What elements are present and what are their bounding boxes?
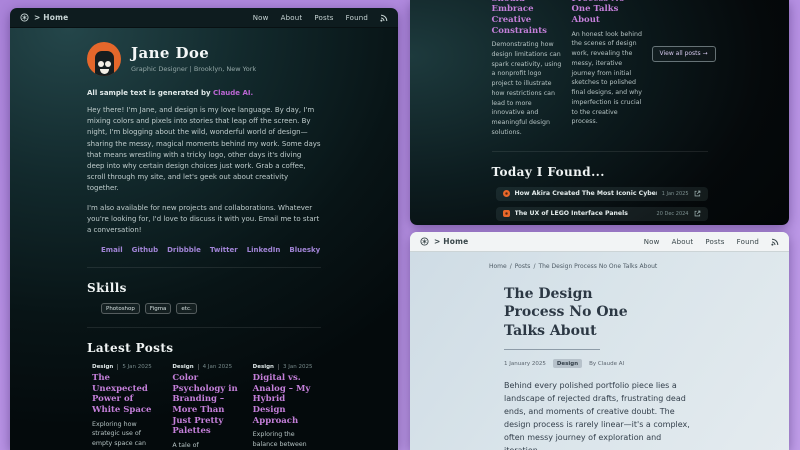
nav-item-now[interactable]: Now — [253, 14, 269, 22]
post-date: 4 Jan 2025 — [198, 364, 232, 370]
view-all-posts-button[interactable]: View all posts → — [652, 46, 716, 62]
nav-item-found[interactable]: Found — [346, 14, 368, 22]
external-link-icon — [694, 190, 701, 197]
divider — [87, 267, 321, 268]
link-favicon-icon — [503, 210, 510, 217]
article-date: 1 January 2025 — [504, 361, 546, 367]
today-found-heading: Today I Found... — [492, 165, 708, 179]
post-date: 5 Jan 2025 — [117, 364, 151, 370]
found-link-date: 1 Jan 2025 — [662, 191, 689, 197]
found-link-date: 20 Dec 2024 — [657, 211, 689, 217]
post-card[interactable]: Design3 Jan 2025 Digital vs. Analog – My… — [253, 364, 321, 450]
nav-item-about[interactable]: About — [672, 238, 694, 246]
nav-item-posts[interactable]: Posts — [314, 14, 333, 22]
post-card[interactable]: Design4 Jan 2025 Color Psychology in Bra… — [172, 364, 240, 450]
profile-name: Jane Doe — [131, 45, 256, 62]
nav-item-found[interactable]: Found — [737, 238, 759, 246]
avatar — [87, 42, 121, 76]
found-item[interactable]: How Akira Created The Most Iconic CyberP… — [496, 187, 708, 201]
social-links: Email Github Dribbble Twitter LinkedIn B… — [101, 246, 321, 254]
post-card[interactable]: Life2 Jan 2025 Why Designers Should Embr… — [492, 0, 564, 138]
post-card[interactable]: Design5 Jan 2025 The Unexpected Power of… — [92, 364, 160, 450]
title-divider — [504, 349, 600, 350]
article-page-window: > Home Now About Posts Found Home / Post… — [410, 232, 789, 450]
breadcrumb-current: The Design Process No One Talks About — [538, 263, 657, 270]
bio-paragraph-1: Hey there! I'm Jane, and design is my lo… — [87, 105, 321, 195]
site-navbar: > Home Now About Posts Found — [410, 232, 789, 252]
latest-posts-heading: Latest Posts — [87, 341, 321, 355]
divider — [87, 327, 321, 328]
bio-paragraph-2: I'm also available for new projects and … — [87, 203, 321, 237]
profile-tagline: Graphic Designer | Brooklyn, New York — [131, 65, 256, 73]
found-link-title[interactable]: How Akira Created The Most Iconic CyberP… — [515, 190, 657, 197]
social-link-linkedin[interactable]: LinkedIn — [247, 246, 281, 254]
home-page-body: Jane Doe Graphic Designer | Brooklyn, Ne… — [10, 28, 398, 450]
post-description: Demonstrating how design limitations can… — [492, 40, 564, 138]
home-page-window: > Home Now About Posts Found Jane Doe Gr… — [10, 8, 398, 450]
article-title: The Design Process No One Talks About — [504, 285, 630, 340]
post-category: Design — [172, 364, 197, 370]
breadcrumb-separator: / — [533, 263, 535, 270]
breadcrumb-home[interactable]: Home — [489, 263, 507, 270]
skills-tags: Photoshop Figma etc. — [101, 303, 321, 314]
breadcrumb-posts[interactable]: Posts — [515, 263, 531, 270]
post-title-link[interactable]: Why Designers Should Embrace Creative Co… — [492, 0, 564, 36]
article-page-body: Home / Posts / The Design Process No One… — [410, 252, 789, 450]
sample-text-note: All sample text is generated by Claude A… — [87, 89, 321, 97]
breadcrumb-separator: / — [510, 263, 512, 270]
found-item[interactable]: The UX of LEGO Interface Panels 20 Dec 2… — [496, 207, 708, 221]
post-title-link[interactable]: The Design Process No One Talks About — [572, 0, 644, 26]
rss-icon[interactable] — [771, 238, 779, 246]
latest-posts-grid: Design5 Jan 2025 The Unexpected Power of… — [92, 364, 321, 450]
home-page-window-scrolled: Life2 Jan 2025 Why Designers Should Embr… — [410, 0, 789, 225]
nav-item-about[interactable]: About — [281, 14, 303, 22]
post-card[interactable]: Design1 Jan 2025 The Design Process No O… — [572, 0, 644, 138]
post-category: Design — [92, 364, 117, 370]
site-logo-icon[interactable] — [420, 237, 429, 246]
breadcrumb: Home / Posts / The Design Process No One… — [489, 263, 789, 270]
site-navbar: > Home Now About Posts Found — [10, 8, 398, 28]
nav-home-link[interactable]: > Home — [34, 13, 68, 22]
skills-heading: Skills — [87, 281, 321, 295]
post-category: Design — [253, 364, 278, 370]
profile-header: Jane Doe Graphic Designer | Brooklyn, Ne… — [87, 42, 321, 76]
social-link-email[interactable]: Email — [101, 246, 123, 254]
post-description: Exploring how strategic use of empty spa… — [92, 420, 160, 450]
post-description: Exploring the balance between traditiona… — [253, 430, 321, 450]
claude-ai-link[interactable]: Claude AI. — [213, 89, 253, 97]
link-favicon-icon — [503, 190, 510, 197]
latest-posts-grid-bottom-row: Life2 Jan 2025 Why Designers Should Embr… — [492, 0, 708, 138]
article-category-badge[interactable]: Design — [553, 359, 582, 368]
found-link-title[interactable]: The UX of LEGO Interface Panels — [515, 210, 652, 217]
article: The Design Process No One Talks About 1 … — [504, 285, 690, 450]
social-link-github[interactable]: Github — [132, 246, 158, 254]
nav-item-posts[interactable]: Posts — [705, 238, 724, 246]
external-link-icon — [694, 210, 701, 217]
social-link-bluesky[interactable]: Bluesky — [289, 246, 320, 254]
social-link-dribbble[interactable]: Dribbble — [167, 246, 201, 254]
post-description: A tale of miscommunication, mime, and de… — [172, 441, 240, 450]
site-logo-icon[interactable] — [20, 13, 29, 22]
article-meta: 1 January 2025 Design By Claude AI — [504, 359, 690, 368]
article-byline: By Claude AI — [589, 361, 624, 367]
post-title-link[interactable]: Digital vs. Analog – My Hybrid Design Ap… — [253, 373, 321, 426]
divider — [492, 151, 708, 152]
nav-item-now[interactable]: Now — [644, 238, 660, 246]
post-description: An honest look behind the scenes of desi… — [572, 30, 644, 128]
post-title-link[interactable]: Color Psychology in Branding – More Than… — [172, 373, 240, 437]
article-lead-paragraph: Behind every polished portfolio piece li… — [504, 380, 690, 450]
skill-tag-photoshop: Photoshop — [101, 303, 140, 314]
post-date: 3 Jan 2025 — [278, 364, 312, 370]
rss-icon[interactable] — [380, 14, 388, 22]
social-link-twitter[interactable]: Twitter — [210, 246, 238, 254]
skill-tag-etc: etc. — [176, 303, 196, 314]
today-found-list: How Akira Created The Most Iconic CyberP… — [496, 187, 708, 225]
nav-home-link[interactable]: > Home — [434, 237, 468, 246]
post-title-link[interactable]: The Unexpected Power of White Space — [92, 373, 160, 416]
skill-tag-figma: Figma — [145, 303, 172, 314]
